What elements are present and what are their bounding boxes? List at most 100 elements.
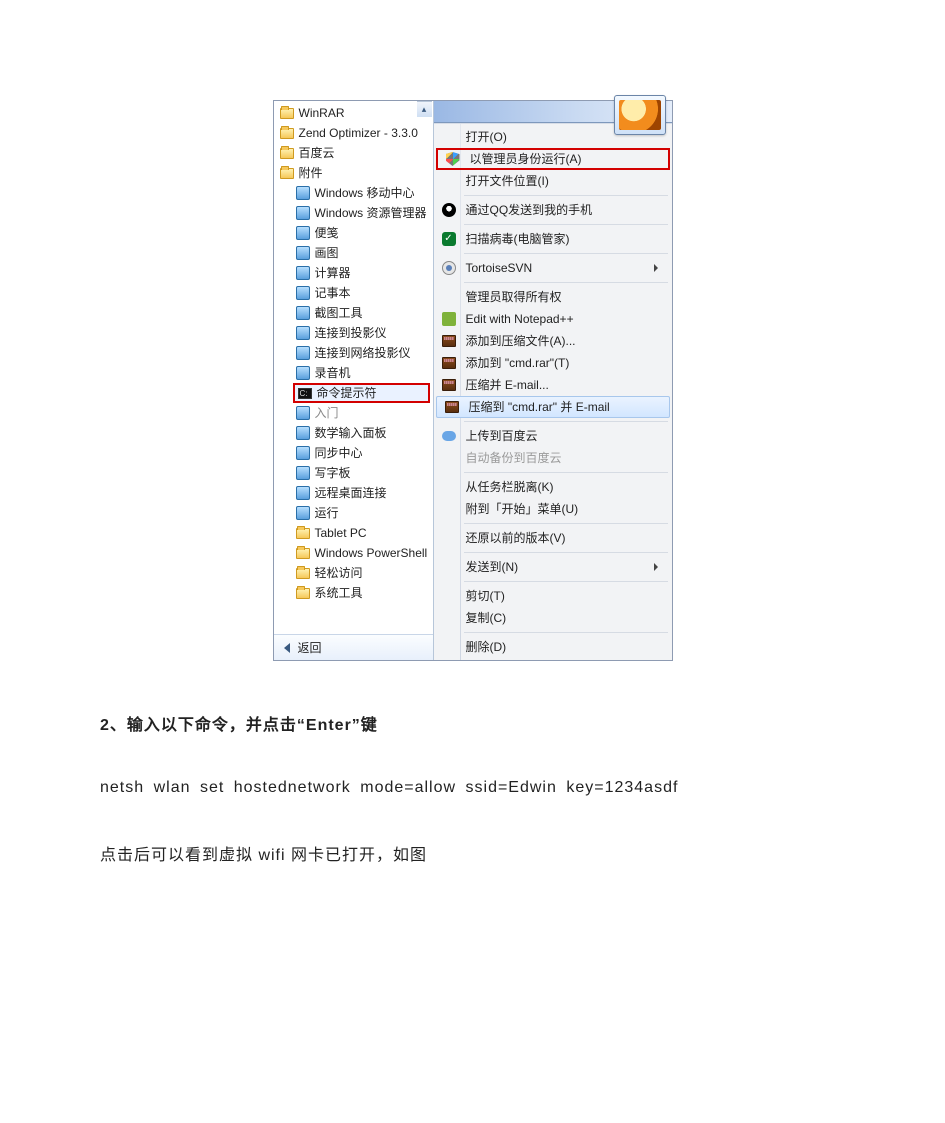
program-item[interactable]: 数学输入面板 — [277, 423, 433, 443]
context-menu-item-label: 附到「开始」菜单(U) — [466, 503, 658, 515]
context-menu-item[interactable]: 附到「开始」菜单(U) — [434, 498, 672, 520]
context-menu-item[interactable]: Edit with Notepad++ — [434, 308, 672, 330]
program-item-label: 计算器 — [315, 267, 351, 279]
app-icon — [295, 325, 311, 341]
program-item[interactable]: 写字板 — [277, 463, 433, 483]
blank-icon — [438, 501, 460, 517]
context-menu-item-label: 剪切(T) — [466, 590, 658, 602]
start-menu-back[interactable]: 返回 — [274, 634, 433, 660]
program-item[interactable]: 系统工具 — [277, 583, 433, 603]
svn-icon — [438, 260, 460, 276]
program-item[interactable]: WinRAR — [277, 103, 433, 123]
context-menu-item-label: 自动备份到百度云 — [466, 452, 658, 464]
program-item[interactable]: Tablet PC — [277, 523, 433, 543]
scroll-up-button[interactable]: ▴ — [417, 101, 432, 117]
context-menu-item[interactable]: 压缩并 E-mail... — [434, 374, 672, 396]
blank-icon — [438, 610, 460, 626]
program-item-label: 远程桌面连接 — [315, 487, 387, 499]
submenu-arrow-icon — [654, 563, 658, 571]
context-menu-item-label: 通过QQ发送到我的手机 — [466, 204, 658, 216]
app-icon — [295, 225, 311, 241]
program-item[interactable]: 截图工具 — [277, 303, 433, 323]
program-item-label: WinRAR — [299, 107, 345, 119]
user-avatar[interactable] — [614, 95, 666, 135]
program-item[interactable]: 计算器 — [277, 263, 433, 283]
folder-icon — [279, 165, 295, 181]
program-item[interactable]: 录音机 — [277, 363, 433, 383]
context-menu-item-label: 发送到(N) — [466, 561, 648, 573]
context-menu-item: 自动备份到百度云 — [434, 447, 672, 469]
folder-icon — [295, 565, 311, 581]
av-icon — [438, 231, 460, 247]
context-menu-item-label: 以管理员身份运行(A) — [470, 153, 654, 165]
program-item[interactable]: 连接到投影仪 — [277, 323, 433, 343]
rar-icon — [438, 355, 460, 371]
context-menu-item[interactable]: 管理员取得所有权 — [434, 286, 672, 308]
program-item[interactable]: 附件 — [277, 163, 433, 183]
rar-icon — [438, 377, 460, 393]
context-menu-item[interactable]: 添加到 "cmd.rar"(T) — [434, 352, 672, 374]
context-menu-item[interactable]: 通过QQ发送到我的手机 — [434, 199, 672, 221]
program-item[interactable]: Zend Optimizer - 3.3.0 — [277, 123, 433, 143]
context-menu-separator — [464, 195, 668, 196]
program-item-label: 截图工具 — [315, 307, 363, 319]
program-item[interactable]: 记事本 — [277, 283, 433, 303]
context-menu-separator — [464, 472, 668, 473]
context-menu-item[interactable]: 打开文件位置(I) — [434, 170, 672, 192]
context-menu-item-label: 扫描病毒(电脑管家) — [466, 233, 658, 245]
app-icon — [295, 365, 311, 381]
program-item[interactable]: 同步中心 — [277, 443, 433, 463]
context-menu-item[interactable]: 上传到百度云 — [434, 425, 672, 447]
program-item[interactable]: 连接到网络投影仪 — [277, 343, 433, 363]
program-item[interactable]: 运行 — [277, 503, 433, 523]
folder-icon — [279, 145, 295, 161]
program-item[interactable]: 远程桌面连接 — [277, 483, 433, 503]
context-menu-item[interactable]: TortoiseSVN — [434, 257, 672, 279]
context-menu-item[interactable]: 复制(C) — [434, 607, 672, 629]
program-item[interactable]: Windows 资源管理器 — [277, 203, 433, 223]
program-item[interactable]: 入门 — [277, 403, 433, 423]
program-item[interactable]: 便笺 — [277, 223, 433, 243]
context-menu-item[interactable]: 删除(D) — [434, 636, 672, 658]
context-menu-separator — [464, 581, 668, 582]
program-item-label: 运行 — [315, 507, 339, 519]
context-menu-separator — [464, 632, 668, 633]
screenshot-figure: WinRAR Zend Optimizer - 3.3.0百度云附件 Windows… — [273, 100, 673, 661]
blank-icon — [438, 559, 460, 575]
program-item[interactable]: Windows 移动中心 — [277, 183, 433, 203]
context-menu-item[interactable]: 扫描病毒(电脑管家) — [434, 228, 672, 250]
context-menu-item-label: 还原以前的版本(V) — [466, 532, 658, 544]
rar-icon — [438, 333, 460, 349]
program-item-label: Windows PowerShell — [315, 547, 428, 559]
app-icon — [295, 205, 311, 221]
context-menu-item-label: 压缩到 "cmd.rar" 并 E-mail — [469, 401, 655, 413]
context-menu-item-label: 添加到压缩文件(A)... — [466, 335, 658, 347]
context-menu-item[interactable]: 还原以前的版本(V) — [434, 527, 672, 549]
program-item-cmd-highlight[interactable]: C:命令提示符 — [293, 383, 430, 403]
context-menu-item[interactable]: 添加到压缩文件(A)... — [434, 330, 672, 352]
program-item-label: 连接到网络投影仪 — [315, 347, 411, 359]
blank-icon — [438, 289, 460, 305]
app-icon — [295, 245, 311, 261]
program-item-label: 数学输入面板 — [315, 427, 387, 439]
program-item-label: 同步中心 — [315, 447, 363, 459]
context-menu-item[interactable]: 压缩到 "cmd.rar" 并 E-mail — [436, 396, 670, 418]
context-menu-item[interactable]: 从任务栏脱离(K) — [434, 476, 672, 498]
context-menu-item[interactable]: 剪切(T) — [434, 585, 672, 607]
context-menu: 打开(O)以管理员身份运行(A)打开文件位置(I)通过QQ发送到我的手机扫描病毒… — [434, 123, 672, 660]
program-item-label: 写字板 — [315, 467, 351, 479]
app-icon — [295, 405, 311, 421]
context-menu-item-label: Edit with Notepad++ — [466, 313, 658, 325]
context-menu-item[interactable]: 发送到(N) — [434, 556, 672, 578]
app-icon — [295, 505, 311, 521]
back-label: 返回 — [298, 642, 322, 654]
program-item[interactable]: Windows PowerShell — [277, 543, 433, 563]
app-icon — [295, 185, 311, 201]
program-item[interactable]: 轻松访问 — [277, 563, 433, 583]
program-item[interactable]: 画图 — [277, 243, 433, 263]
context-menu-item[interactable]: 以管理员身份运行(A) — [436, 148, 670, 170]
program-item-label: 附件 — [299, 167, 323, 179]
program-item[interactable]: 百度云 — [277, 143, 433, 163]
program-item-label: 连接到投影仪 — [315, 327, 387, 339]
shield-icon — [442, 151, 464, 167]
